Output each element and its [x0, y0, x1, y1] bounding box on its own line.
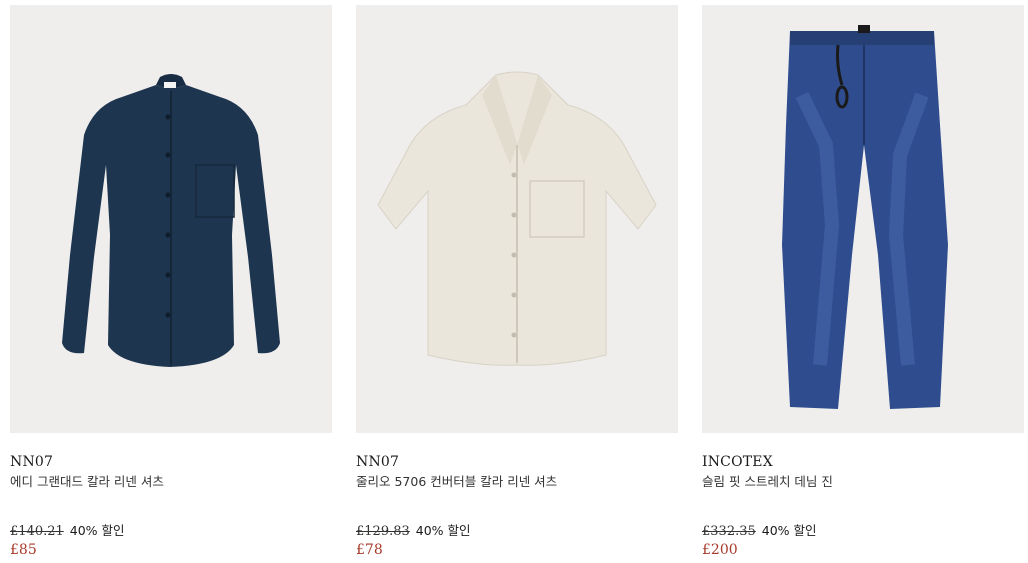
sale-price: £200 — [702, 542, 738, 558]
discount-badge: 40% 할인 — [415, 523, 471, 538]
product-card[interactable]: NN07 줄리오 5706 컨버터블 칼라 리넨 셔츠 £129.83 40% 할… — [356, 5, 678, 563]
product-card[interactable]: NN07 에디 그랜대드 칼라 리넨 셔츠 £140.21 40% 할인 £85 … — [10, 5, 332, 563]
discount-badge: 40% 할인 — [761, 523, 817, 538]
product-grid: NN07 에디 그랜대드 칼라 리넨 셔츠 £140.21 40% 할인 £85 … — [0, 0, 1028, 563]
price-row: £129.83 40% 할인 — [356, 522, 678, 541]
product-brand[interactable]: INCOTEX — [702, 453, 1024, 471]
sale-price: £85 — [10, 542, 37, 558]
sale-price: £78 — [356, 542, 383, 558]
price-row: £140.21 40% 할인 — [10, 522, 332, 541]
product-name[interactable]: 에디 그랜대드 칼라 리넨 셔츠 — [10, 473, 332, 491]
cream-camp-collar-shirt-image[interactable] — [356, 5, 678, 433]
product-name[interactable]: 슬림 핏 스트레치 데님 진 — [702, 473, 1024, 491]
blue-denim-jeans-image[interactable] — [702, 5, 1024, 433]
product-brand[interactable]: NN07 — [10, 453, 332, 471]
product-card[interactable]: INCOTEX 슬림 핏 스트레치 데님 진 £332.35 40% 할인 £20… — [702, 5, 1024, 559]
original-price: £332.35 — [702, 524, 756, 539]
price-row: £332.35 40% 할인 — [702, 522, 1024, 541]
product-name[interactable]: 줄리오 5706 컨버터블 칼라 리넨 셔츠 — [356, 473, 678, 491]
product-brand[interactable]: NN07 — [356, 453, 678, 471]
original-price: £129.83 — [356, 524, 410, 539]
navy-linen-shirt-image[interactable] — [10, 5, 332, 433]
original-price: £140.21 — [10, 524, 64, 539]
discount-badge: 40% 할인 — [69, 523, 125, 538]
